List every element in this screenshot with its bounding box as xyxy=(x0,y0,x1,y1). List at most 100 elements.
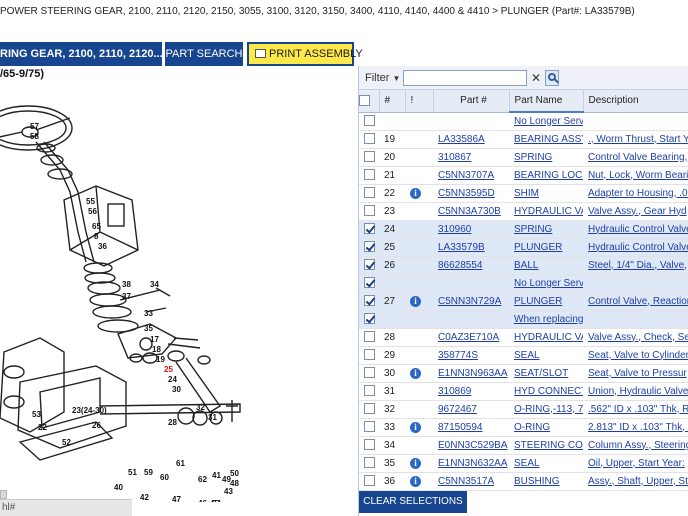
row-select-cell[interactable] xyxy=(359,472,379,491)
row-checkbox[interactable] xyxy=(363,385,375,397)
table-row[interactable]: 35 i E1NN3N632AA SEAL Oil, Upper, Start Year… xyxy=(359,454,688,473)
description-link[interactable]: Valve Assy., Gear Hyd xyxy=(588,206,687,217)
clear-selections-button[interactable]: CLEAR SELECTIONS xyxy=(359,491,467,513)
row-select-cell[interactable] xyxy=(359,220,379,239)
part-name-link[interactable]: SPRING xyxy=(514,224,552,235)
row-checkbox[interactable] xyxy=(363,349,375,361)
row-part-number[interactable]: C5NN3595D xyxy=(433,184,509,203)
row-part-name[interactable]: SHIM xyxy=(509,184,583,203)
description-link[interactable]: Seat, Valve to Cylinder xyxy=(588,350,688,361)
description-link[interactable]: Nut, Lock, Worm Bearin xyxy=(588,170,688,181)
description-link[interactable]: Adapter to Housing, .00 xyxy=(588,188,688,199)
part-number-link[interactable]: LA33586A xyxy=(438,134,485,145)
part-search-button[interactable]: PART SEARCH xyxy=(165,42,243,66)
filter-input[interactable] xyxy=(403,70,527,86)
row-select-cell[interactable] xyxy=(359,328,379,347)
row-part-number[interactable]: C5NN3N729A xyxy=(433,292,509,311)
table-row[interactable]: 21 C5NN3707A BEARING LOCK Nut, Lock, Worm B… xyxy=(359,166,688,185)
part-number-link[interactable]: 86628554 xyxy=(438,260,483,271)
part-number-link[interactable]: 9672467 xyxy=(438,404,477,415)
row-description[interactable]: Control Valve Bearing, xyxy=(583,148,688,167)
part-name-link[interactable]: SHIM xyxy=(514,188,539,199)
row-checkbox[interactable] xyxy=(363,205,375,217)
diagram-horizontal-scrollbar[interactable]: hl# xyxy=(0,499,132,516)
row-description[interactable]: Valve Assy., Gear Hyd xyxy=(583,202,688,221)
row-part-name[interactable]: SPRING xyxy=(509,220,583,239)
row-description[interactable]: Column Assy., Steering xyxy=(583,436,688,455)
row-part-name[interactable]: HYD CONNECT xyxy=(509,382,583,401)
table-row[interactable]: 31 310869 HYD CONNECT Union, Hydraulic Valv… xyxy=(359,382,688,401)
table-row[interactable]: No Longer Serv xyxy=(359,112,688,131)
part-name-link[interactable]: SEAL xyxy=(514,350,540,361)
row-part-number[interactable]: 358774S xyxy=(433,346,509,365)
column-header-part-number[interactable]: Part # xyxy=(433,90,510,113)
row-part-number[interactable]: E1NN3N963AA xyxy=(433,364,509,383)
row-select-cell[interactable] xyxy=(359,130,379,149)
row-checkbox[interactable] xyxy=(363,295,375,307)
row-select-cell[interactable] xyxy=(359,346,379,365)
part-name-link[interactable]: No Longer Serv xyxy=(514,278,583,289)
row-description[interactable]: Hydraulic Control Valve xyxy=(583,220,688,239)
diagram-scroll-knob[interactable] xyxy=(0,490,7,499)
table-row[interactable]: 20 310867 SPRING Control Valve Bearing, xyxy=(359,148,688,167)
row-part-number[interactable]: 86628554 xyxy=(433,256,509,275)
row-part-number[interactable]: C5NN3707A xyxy=(433,166,509,185)
row-part-name[interactable]: When replacing xyxy=(509,310,583,329)
part-number-link[interactable]: C5NN3A730B xyxy=(438,206,501,217)
row-select-cell[interactable] xyxy=(359,310,379,329)
part-name-link[interactable]: BUSHING xyxy=(514,476,560,487)
part-number-link[interactable]: C5NN3707A xyxy=(438,170,494,181)
part-name-link[interactable]: BALL xyxy=(514,260,538,271)
table-row[interactable]: 26 86628554 BALL Steel, 1/4" Dia., Valve, xyxy=(359,256,688,275)
row-part-number[interactable]: C5NN3517A xyxy=(433,472,509,491)
row-select-cell[interactable] xyxy=(359,418,379,437)
column-header-description[interactable]: Description xyxy=(583,90,688,113)
part-number-link[interactable]: E1NN3N963AA xyxy=(438,368,507,379)
description-link[interactable]: Oil, Upper, Start Year: xyxy=(588,458,685,469)
part-name-link[interactable]: O-RING xyxy=(514,422,550,433)
part-number-link[interactable]: C0AZ3E710A xyxy=(438,332,499,343)
row-checkbox[interactable] xyxy=(363,241,375,253)
row-checkbox[interactable] xyxy=(363,259,375,271)
description-link[interactable]: .562" ID x .103" Thk, Re xyxy=(588,404,688,415)
part-name-link[interactable]: HYDRAULIC VA xyxy=(514,332,583,343)
table-row[interactable]: 34 E0NN3C529BA STEERING COL Column Assy., S… xyxy=(359,436,688,455)
table-row[interactable]: 36 i C5NN3517A BUSHING Assy., Shaft, Upper, … xyxy=(359,472,688,491)
row-part-name[interactable]: STEERING COL xyxy=(509,436,583,455)
column-header-number[interactable]: # xyxy=(379,90,406,113)
info-icon[interactable]: i xyxy=(410,295,421,307)
part-number-link[interactable]: C5NN3517A xyxy=(438,476,494,487)
table-row[interactable]: When replacing xyxy=(359,310,688,329)
row-part-name[interactable]: No Longer Serv xyxy=(509,112,583,131)
row-description[interactable]: Seat, Valve to Pressur xyxy=(583,364,688,383)
table-row[interactable]: 25 LA33579B PLUNGER Hydraulic Control Valve xyxy=(359,238,688,257)
description-link[interactable]: Steel, 1/4" Dia., Valve, xyxy=(588,260,687,271)
column-header-part-name[interactable]: Part Name xyxy=(509,90,584,113)
part-name-link[interactable]: No Longer Serv xyxy=(514,116,583,127)
row-description[interactable]: 2.813" ID x .103" Thk, O xyxy=(583,418,688,437)
row-select-cell[interactable] xyxy=(359,454,379,473)
row-description[interactable]: Oil, Upper, Start Year: xyxy=(583,454,688,473)
info-icon[interactable]: i xyxy=(410,187,421,199)
table-row[interactable]: 22 i C5NN3595D SHIM Adapter to Housing, .00 xyxy=(359,184,688,203)
part-number-link[interactable]: 310869 xyxy=(438,386,471,397)
row-select-cell[interactable] xyxy=(359,400,379,419)
part-name-link[interactable]: HYDRAULIC VA xyxy=(514,206,583,217)
row-select-cell[interactable] xyxy=(359,256,379,275)
row-part-name[interactable]: O-RING xyxy=(509,418,583,437)
row-part-name[interactable]: BUSHING xyxy=(509,472,583,491)
row-select-cell[interactable] xyxy=(359,202,379,221)
part-name-link[interactable]: PLUNGER xyxy=(514,296,562,307)
row-part-number[interactable]: LA33586A xyxy=(433,130,509,149)
row-part-number[interactable]: C0AZ3E710A xyxy=(433,328,509,347)
description-link[interactable]: Column Assy., Steering xyxy=(588,440,688,451)
row-description[interactable] xyxy=(583,310,688,329)
row-description[interactable]: Adapter to Housing, .00 xyxy=(583,184,688,203)
description-link[interactable]: Control Valve, Reaction xyxy=(588,296,688,307)
table-row[interactable]: 24 310960 SPRING Hydraulic Control Valve xyxy=(359,220,688,239)
row-part-number[interactable]: 87150594 xyxy=(433,418,509,437)
row-select-cell[interactable] xyxy=(359,166,379,185)
filter-menu[interactable]: Filter ▼ xyxy=(365,72,400,84)
row-part-number[interactable]: E1NN3N632AA xyxy=(433,454,509,473)
description-link[interactable]: Seat, Valve to Pressur xyxy=(588,368,687,379)
